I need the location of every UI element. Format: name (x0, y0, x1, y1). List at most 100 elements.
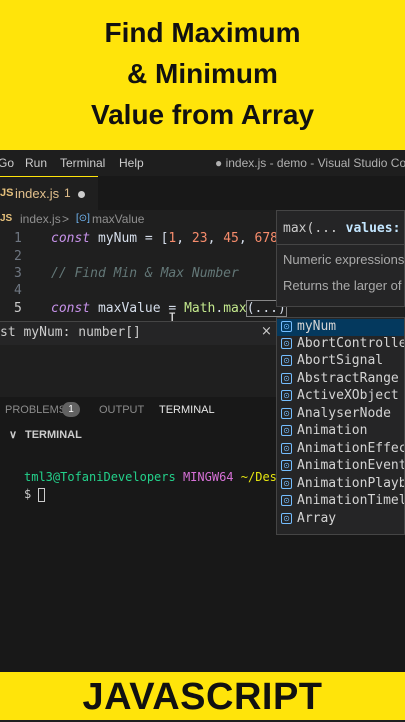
suggestion-label: AbortSignal (297, 353, 384, 368)
suggestion-label: AnalyserNode (297, 406, 391, 421)
line-number: 2 (14, 249, 22, 264)
banner-title-line-1: Find Maximum (104, 17, 301, 48)
menu-terminal[interactable]: Terminal (60, 156, 105, 170)
list-item[interactable]: ⊙ AnalyserNode (277, 406, 404, 423)
terminal-cursor[interactable] (38, 488, 45, 502)
operator: = [ (137, 231, 169, 246)
suggestion-label: AnimationTimeline (297, 493, 404, 508)
list-item[interactable]: ⊙ Animation (277, 423, 404, 440)
suggestion-label: AnimationPlaybackEvent (297, 476, 404, 491)
menu-help[interactable]: Help (119, 156, 144, 170)
terminal-prompt-line: tml3@TofaniDevelopers MINGW64 ~/Desk (24, 470, 284, 484)
number-literal: 678 (254, 231, 279, 246)
identifier: myNum (97, 231, 138, 246)
breadcrumb-symbol[interactable]: maxValue (92, 212, 144, 226)
suggestion-label: Array (297, 511, 337, 526)
breadcrumb-file[interactable]: index.js (20, 212, 61, 226)
signature-function: max( (283, 221, 315, 236)
breadcrumb: JS index.js > [⊙] maxValue (0, 210, 280, 230)
suggestion-label: AnimationEvent (297, 458, 405, 473)
menu-run[interactable]: Run (25, 156, 47, 170)
line-number-active: 5 (14, 301, 22, 316)
banner-language: JAVASCRIPT (82, 676, 323, 718)
variable-icon: [⊙] (76, 213, 90, 224)
variable-icon: ⊙ (281, 408, 292, 419)
javascript-file-icon: JS (0, 213, 13, 224)
tab-problem-count: 1 (64, 186, 71, 200)
variable-icon: ⊙ (281, 513, 292, 524)
variable-icon: ⊙ (281, 443, 292, 454)
signature-line: max(... values: n (283, 221, 404, 236)
title-banner: Find Maximum & Minimum Value from Array (0, 0, 405, 150)
code-line-1[interactable]: const myNum = [1, 23, 45, 678 (51, 231, 278, 246)
list-item[interactable]: ⊙ myNum (277, 319, 404, 336)
breadcrumb-separator: > (62, 212, 70, 226)
variable-icon: ⊙ (281, 355, 292, 366)
number-literal: 45 (223, 231, 239, 246)
list-item[interactable]: ⊙ Array (277, 511, 404, 528)
line-number: 3 (14, 266, 22, 281)
tab-output[interactable]: OUTPUT (99, 404, 144, 416)
suggestion-label: Animation (297, 423, 368, 438)
divider (277, 244, 404, 245)
code-comment: // Find Min & Max Number (51, 266, 239, 281)
variable-icon: ⊙ (281, 495, 292, 506)
suggestion-label: AnimationEffect (297, 441, 405, 456)
variable-icon: ⊙ (281, 373, 292, 384)
signature-ellipsis: ... (314, 221, 338, 236)
keyword: const (51, 231, 91, 246)
list-item[interactable]: ⊙ ActiveXObject (277, 388, 404, 405)
list-item[interactable]: ⊙ AbstractRange (277, 371, 404, 388)
signature-description: Returns the larger of (283, 278, 402, 293)
variable-icon: ⊙ (281, 460, 292, 471)
banner-title-line-2: & Minimum (127, 58, 278, 89)
terminal-title: TERMINAL (25, 429, 82, 441)
number-literal: 23 (191, 231, 208, 246)
suggestion-label: AbstractRange (297, 371, 399, 386)
panel-tab-bar: PROBLEMS 1 OUTPUT TERMINAL (0, 397, 280, 423)
close-icon[interactable]: × (261, 324, 272, 339)
signature-param-doc: Numeric expressions (283, 252, 405, 267)
window-title: ● index.js - demo - Visual Studio Code (215, 156, 405, 170)
menu-bar: Go Run Terminal Help ● index.js - demo -… (0, 150, 405, 176)
keyword: const (51, 301, 91, 316)
editor-empty-area (0, 345, 280, 397)
suggestion-label: ActiveXObject (297, 388, 399, 403)
variable-icon: ⊙ (281, 338, 292, 349)
menu-go[interactable]: Go (0, 156, 14, 170)
unsaved-dot-icon[interactable] (78, 191, 85, 198)
terminal-dollar: $ (24, 487, 32, 501)
language-banner: JAVASCRIPT (0, 672, 405, 720)
terminal-header[interactable]: ∨ TERMINAL (0, 423, 280, 448)
terminal-output-right (276, 535, 405, 672)
list-item[interactable]: ⊙ AbortSignal (277, 353, 404, 370)
code-editor[interactable]: 1 const myNum = [1, 23, 45, 678 2 3 // F… (0, 230, 287, 322)
signature-help-popup: max(... values: n Numeric expressions Re… (276, 210, 405, 307)
list-item[interactable]: ⊙ AnimationTimeline (277, 493, 404, 510)
line-number: 4 (14, 283, 22, 298)
terminal-host: MINGW64 (182, 470, 234, 484)
problems-badge: 1 (62, 402, 80, 417)
chevron-down-icon[interactable]: ∨ (9, 428, 17, 441)
suggestion-label: myNum (297, 319, 337, 334)
list-item[interactable]: ⊙ AbortController (277, 336, 405, 353)
variable-icon: ⊙ (281, 321, 292, 332)
tab-terminal[interactable]: TERMINAL (159, 404, 215, 416)
tab-index-js[interactable]: JS index.js 1 (0, 176, 98, 210)
signature-active-param: values: (345, 221, 401, 236)
banner-title-line-3: Value from Array (90, 99, 315, 130)
suggestion-label: AbortController (297, 336, 405, 351)
tab-problems[interactable]: PROBLEMS (5, 404, 66, 416)
variable-icon: ⊙ (281, 390, 292, 401)
list-item[interactable]: ⊙ AnimationEvent (277, 458, 405, 475)
object-name: Math (184, 301, 216, 316)
signature-rest: n (400, 221, 404, 236)
javascript-file-icon: JS (0, 187, 14, 199)
editor-tab-bar: JS index.js 1 (0, 176, 405, 210)
list-item[interactable]: ⊙ AnimationEffect (277, 441, 405, 458)
terminal-output[interactable]: tml3@TofaniDevelopers MINGW64 ~/Desk $ (0, 448, 284, 672)
variable-icon: ⊙ (281, 478, 292, 489)
hover-type-text: st myNum: number[] (0, 325, 141, 340)
list-item[interactable]: ⊙ AnimationPlaybackEvent (277, 476, 404, 493)
function-name: max (223, 301, 247, 316)
